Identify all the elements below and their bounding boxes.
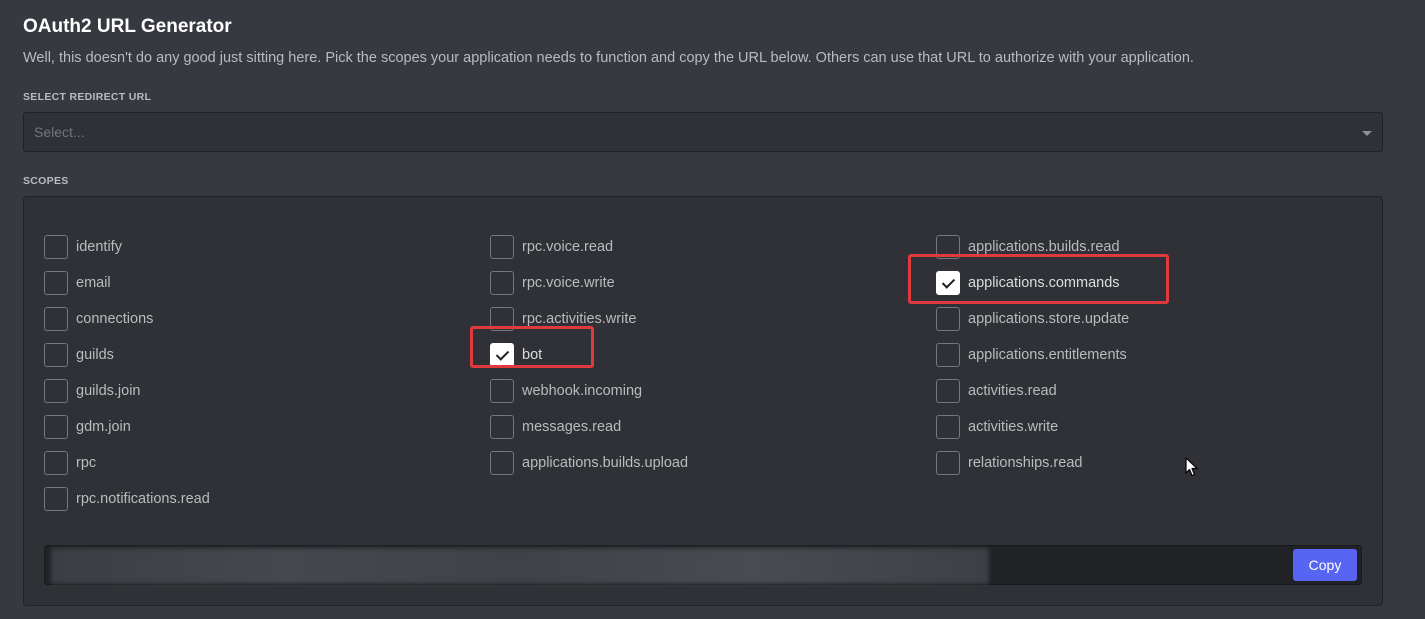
scope-label-email: email [76,275,111,291]
oauth2-url-generator-page: OAuth2 URL Generator Well, this doesn't … [0,0,1425,619]
scope-applications-builds-upload[interactable]: applications.builds.upload [490,445,688,481]
scope-activities-read[interactable]: activities.read [936,373,1129,409]
scope-checkbox-activities-read[interactable] [936,379,960,403]
scope-checkbox-activities-write[interactable] [936,415,960,439]
generated-url-bar: Copy [44,545,1362,585]
scope-label-rpc-voice-read: rpc.voice.read [522,239,614,255]
scope-label-relationships-read: relationships.read [968,455,1083,471]
scope-checkbox-identify[interactable] [44,235,68,259]
scope-connections[interactable]: connections [44,301,210,337]
mouse-cursor-icon [1185,457,1198,477]
scope-label-connections: connections [76,311,154,327]
scope-rpc-activities-write[interactable]: rpc.activities.write [490,301,688,337]
generated-url-redacted [51,548,989,584]
scope-label-rpc-notifications-read: rpc.notifications.read [76,491,210,507]
scope-label-guilds: guilds [76,347,114,363]
scope-label-applications-builds-read: applications.builds.read [968,239,1120,255]
scope-label-activities-read: activities.read [968,383,1057,399]
redirect-url-placeholder: Select... [34,124,85,140]
scope-guilds-join[interactable]: guilds.join [44,373,210,409]
scope-checkbox-bot[interactable] [490,343,514,367]
scope-label-rpc: rpc [76,455,97,471]
scope-checkbox-relationships-read[interactable] [936,451,960,475]
scope-checkbox-messages-read[interactable] [490,415,514,439]
scope-applications-builds-read[interactable]: applications.builds.read [936,229,1129,265]
scope-applications-entitlements[interactable]: applications.entitlements [936,337,1129,373]
scope-activities-write[interactable]: activities.write [936,409,1129,445]
scope-checkbox-connections[interactable] [44,307,68,331]
scope-rpc-notifications-read[interactable]: rpc.notifications.read [44,481,210,517]
scope-label-guilds-join: guilds.join [76,383,141,399]
scope-label-webhook-incoming: webhook.incoming [522,383,643,399]
scope-label-identify: identify [76,239,122,255]
scope-checkbox-applications-builds-read[interactable] [936,235,960,259]
chevron-down-icon[interactable] [1362,131,1372,136]
redirect-url-label: SELECT REDIRECT URL [23,91,152,103]
scope-checkbox-applications-store-update[interactable] [936,307,960,331]
copy-button[interactable]: Copy [1293,549,1357,581]
page-description: Well, this doesn't do any good just sitt… [23,50,1194,66]
scope-label-gdm-join: gdm.join [76,419,131,435]
scope-applications-commands[interactable]: applications.commands [936,265,1129,301]
scope-checkbox-applications-entitlements[interactable] [936,343,960,367]
scope-label-rpc-activities-write: rpc.activities.write [522,311,637,327]
scope-checkbox-rpc-voice-write[interactable] [490,271,514,295]
scope-label-applications-builds-upload: applications.builds.upload [522,455,689,471]
scope-label-applications-commands: applications.commands [968,275,1120,291]
scopes-column-3: applications.builds.read applications.com… [936,229,1129,481]
scope-checkbox-email[interactable] [44,271,68,295]
scope-webhook-incoming[interactable]: webhook.incoming [490,373,688,409]
scopes-panel: identify email connections guilds guilds.joi… [23,196,1383,606]
scope-checkbox-rpc-voice-read[interactable] [490,235,514,259]
scope-checkbox-applications-commands[interactable] [936,271,960,295]
scopes-column-2: rpc.voice.read rpc.voice.write rpc.activit… [490,229,688,481]
scope-checkbox-webhook-incoming[interactable] [490,379,514,403]
redirect-url-select[interactable]: Select... [23,112,1383,152]
scope-applications-store-update[interactable]: applications.store.update [936,301,1129,337]
scopes-column-1: identify email connections guilds guilds.joi… [44,229,210,517]
scope-gdm-join[interactable]: gdm.join [44,409,210,445]
scope-rpc-voice-write[interactable]: rpc.voice.write [490,265,688,301]
scope-messages-read[interactable]: messages.read [490,409,688,445]
scope-rpc[interactable]: rpc [44,445,210,481]
scope-identify[interactable]: identify [44,229,210,265]
scope-checkbox-rpc-activities-write[interactable] [490,307,514,331]
checkmark-icon [941,274,955,289]
scope-checkbox-guilds[interactable] [44,343,68,367]
scope-guilds[interactable]: guilds [44,337,210,373]
scopes-label: SCOPES [23,175,69,187]
scope-rpc-voice-read[interactable]: rpc.voice.read [490,229,688,265]
scope-checkbox-applications-builds-upload[interactable] [490,451,514,475]
scope-label-activities-write: activities.write [968,419,1059,435]
scope-label-applications-entitlements: applications.entitlements [968,347,1127,363]
checkmark-icon [495,346,509,361]
scope-checkbox-rpc-notifications-read[interactable] [44,487,68,511]
scope-label-rpc-voice-write: rpc.voice.write [522,275,615,291]
scope-checkbox-gdm-join[interactable] [44,415,68,439]
page-title: OAuth2 URL Generator [23,16,232,37]
scope-checkbox-guilds-join[interactable] [44,379,68,403]
scope-bot[interactable]: bot [490,337,688,373]
scope-checkbox-rpc[interactable] [44,451,68,475]
scope-label-messages-read: messages.read [522,419,622,435]
scope-email[interactable]: email [44,265,210,301]
scope-label-applications-store-update: applications.store.update [968,311,1130,327]
scope-relationships-read[interactable]: relationships.read [936,445,1129,481]
scope-label-bot: bot [522,347,543,363]
